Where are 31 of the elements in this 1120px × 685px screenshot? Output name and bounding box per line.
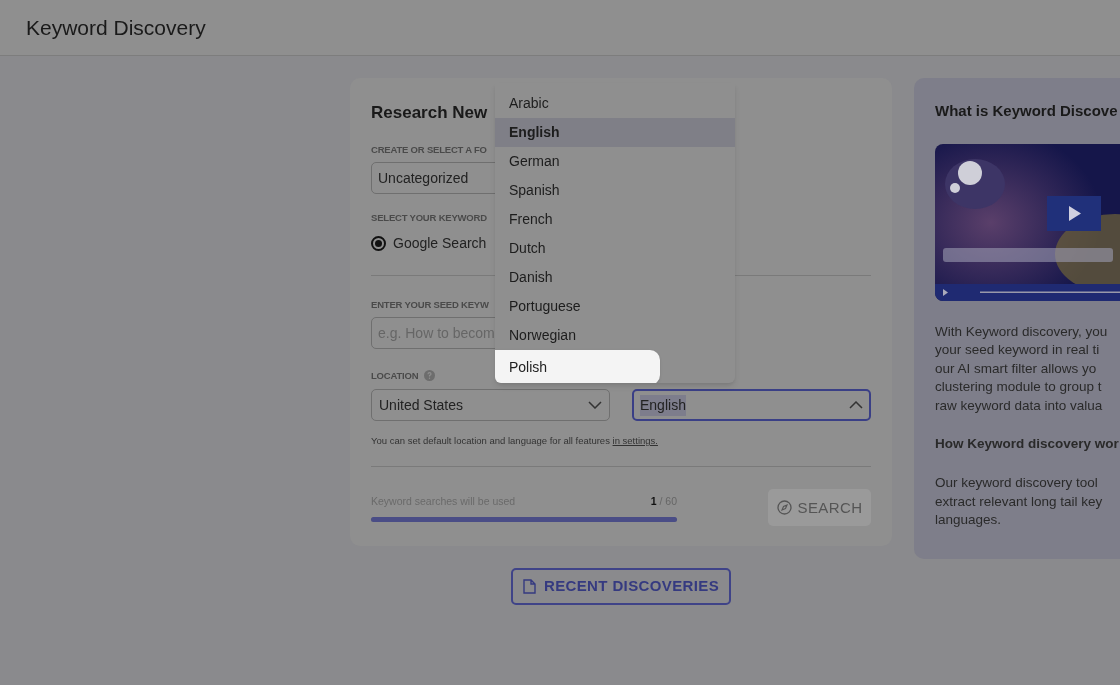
language-option[interactable]: French [495, 205, 735, 234]
language-select[interactable]: English [632, 389, 871, 421]
language-option[interactable]: Dutch [495, 234, 735, 263]
info-text-line: your seed keyword in real ti [935, 341, 1101, 359]
settings-link[interactable]: in settings. [612, 435, 658, 446]
form-title: Research New [371, 102, 488, 124]
info-title: What is Keyword Discove [935, 101, 1119, 121]
field-label: SELECT YOUR KEYWORD [371, 211, 487, 226]
recent-discoveries-button[interactable]: RECENT DISCOVERIES [510, 568, 732, 605]
language-option[interactable]: English [495, 118, 735, 147]
language-option[interactable]: Danish [495, 263, 735, 292]
info-text-line: With Keyword discovery, you [935, 322, 1109, 341]
location-select[interactable]: United States [371, 389, 610, 421]
info-text-line: extract relevant long tail key [935, 492, 1104, 511]
document-icon [522, 579, 536, 594]
settings-hint: You can set default location and language for all features in settings. [371, 434, 659, 448]
language-option[interactable]: Arabic [495, 89, 735, 118]
field-label: CREATE OR SELECT A FO [371, 143, 487, 157]
help-icon [424, 370, 436, 382]
info-text-line: raw keyword data into valua [935, 396, 1104, 415]
info-subtitle: How Keyword discovery wor [935, 435, 1120, 453]
field-label: ENTER YOUR SEED KEYW [371, 297, 489, 312]
source-radio[interactable]: Google Search [371, 232, 487, 254]
page-title: Keyword Discovery [26, 14, 206, 41]
info-text-line: languages. [935, 511, 1003, 530]
info-text-line: our AI smart filter allows yo [935, 359, 1098, 378]
language-option[interactable]: Polish [495, 350, 660, 383]
info-text-line: clustering module to group t [935, 378, 1103, 396]
compass-icon [776, 500, 792, 516]
field-label: LOCATION [371, 368, 419, 383]
info-text-line: Our keyword discovery tool [935, 474, 1099, 493]
